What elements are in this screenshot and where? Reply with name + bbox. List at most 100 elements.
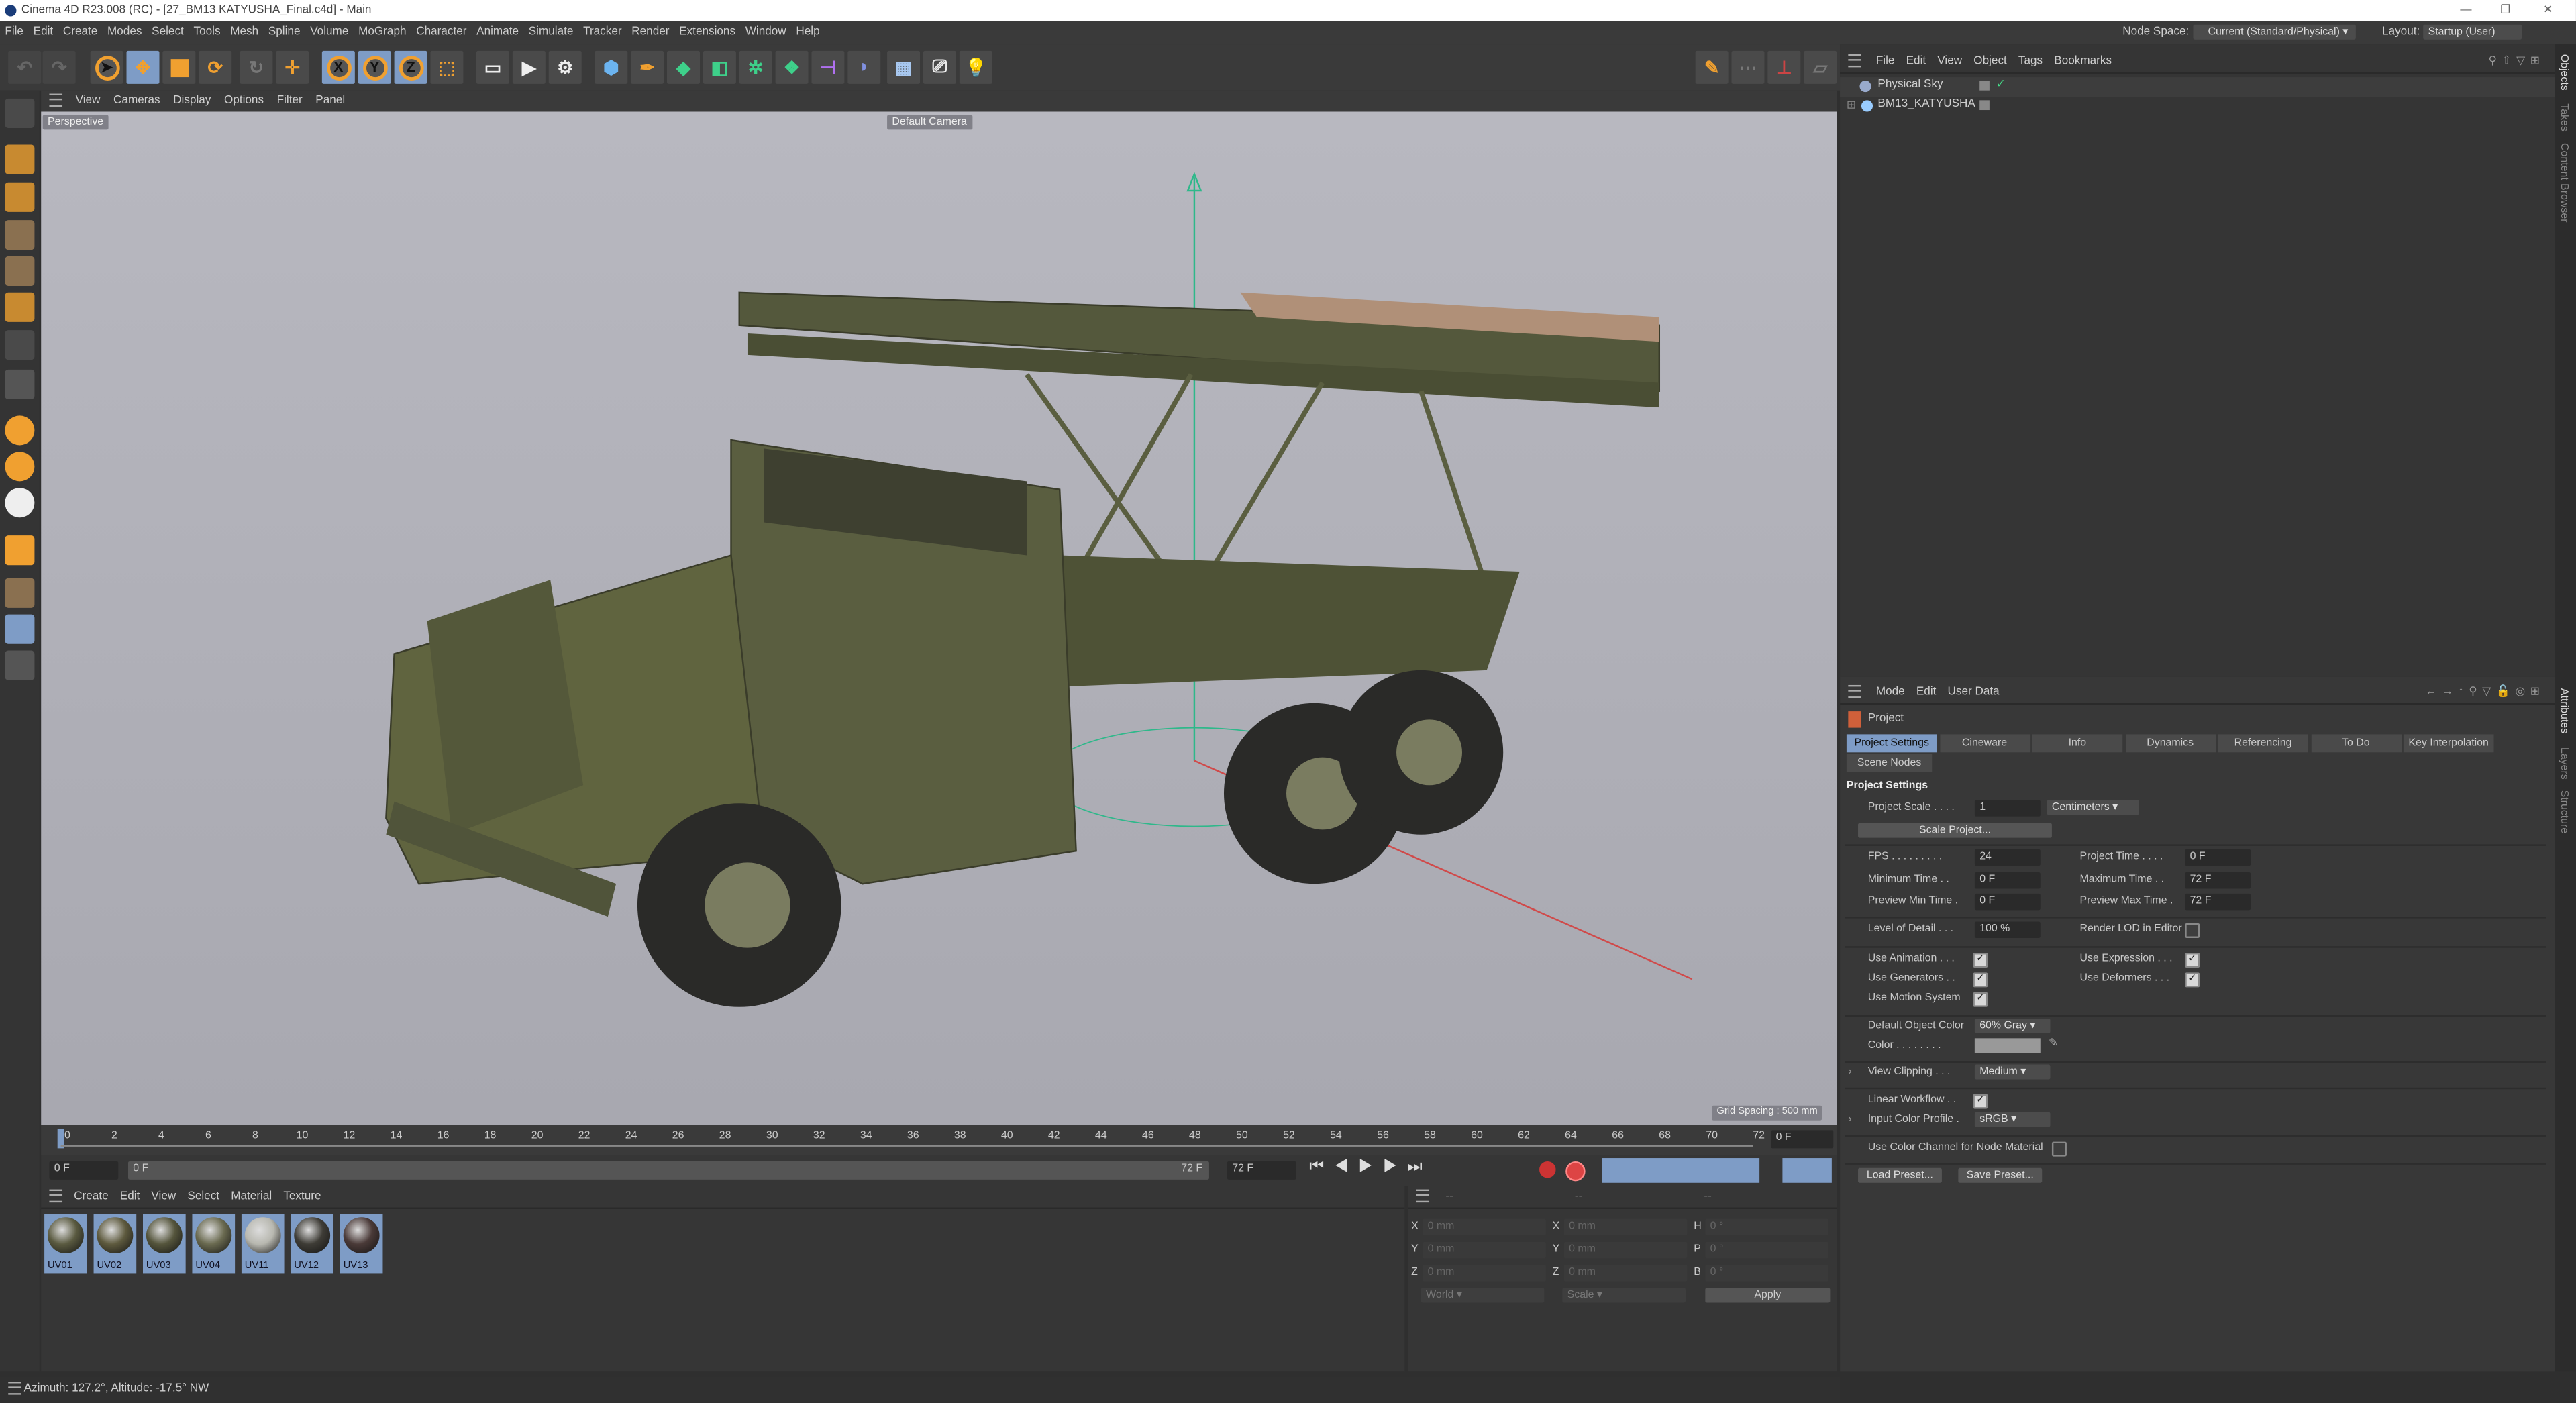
model-mode-button[interactable] [5, 144, 35, 174]
view-clipping-dropdown[interactable]: Medium ▾ [1974, 1064, 2051, 1080]
y-axis-button[interactable]: Y [358, 50, 391, 84]
viewport-menu-view[interactable]: View [76, 95, 101, 107]
range-slider[interactable]: 0 F 72 F [127, 1161, 1209, 1180]
transform-tool-button[interactable]: ✛ [276, 50, 309, 84]
3d-viewport[interactable]: Perspective Default Camera Grid Spacing … [41, 111, 1837, 1126]
minimize-button[interactable]: — [2448, 0, 2484, 21]
coordinate-system-button[interactable]: ⬚ [430, 50, 464, 84]
timeline-mode-buttons[interactable] [1782, 1158, 1832, 1183]
subdivision-button[interactable]: ◆ [667, 50, 700, 84]
snap-s2-button[interactable] [5, 452, 35, 482]
hamburger-icon[interactable] [1848, 685, 1861, 698]
attribute-menu-edit[interactable]: Edit [1916, 686, 1937, 698]
menu-tracker[interactable]: Tracker [583, 21, 621, 44]
use-animation-checkbox[interactable]: ✓ [1973, 953, 1988, 968]
side-tab-takes[interactable]: Takes [2558, 103, 2569, 132]
close-button[interactable]: ✕ [2530, 0, 2566, 21]
transport-buttons[interactable]: ⏮◀▶▶⏭ [1309, 1158, 1432, 1176]
coord-field[interactable]: 0 mm [1563, 1241, 1688, 1259]
rotate-tool-button[interactable]: ⟳ [199, 50, 232, 84]
viewport-menu-panel[interactable]: Panel [315, 95, 345, 107]
preview-max-field[interactable]: 72 F [2185, 893, 2251, 911]
coord-field[interactable]: 0 ° [1705, 1218, 1828, 1236]
min-time-field[interactable]: 0 F [1974, 872, 2041, 889]
edges-mode-button[interactable] [5, 256, 35, 287]
autokey-icon[interactable] [1565, 1161, 1586, 1182]
side-tab-attributes[interactable]: Attributes [2558, 688, 2569, 733]
object-menu-bookmarks[interactable]: Bookmarks [2054, 56, 2112, 67]
deformer-button[interactable]: ⊣ [811, 50, 845, 84]
field-button[interactable]: ◗ [847, 50, 881, 84]
hamburger-icon[interactable] [8, 1382, 21, 1395]
tab-to-do[interactable]: To Do [2310, 734, 2402, 753]
undo-button[interactable]: ↶ [8, 50, 42, 84]
material-menu-create[interactable]: Create [74, 1191, 108, 1202]
tab-key-interpolation[interactable]: Key Interpolation [2403, 734, 2494, 753]
start-frame-field[interactable]: 0 F [49, 1161, 119, 1180]
grid-tool-button[interactable] [5, 614, 35, 644]
current-frame-field[interactable]: 0 F [1771, 1130, 1834, 1149]
menu-character[interactable]: Character [416, 21, 466, 44]
lod-field[interactable]: 100 % [1974, 921, 2041, 938]
material-menu-view[interactable]: View [151, 1191, 176, 1202]
uv-mode-button[interactable] [5, 330, 35, 360]
menu-modes[interactable]: Modes [107, 21, 142, 44]
side-tab-content-browser[interactable]: Content Browser [2558, 143, 2569, 223]
render-view-button[interactable]: ▭ [476, 50, 509, 84]
default-color-dropdown[interactable]: 60% Gray ▾ [1974, 1018, 2051, 1033]
tab-referencing[interactable]: Referencing [2218, 734, 2308, 753]
tab-cineware[interactable]: Cineware [1939, 734, 2030, 753]
hamburger-icon[interactable] [1848, 54, 1861, 68]
material-menu-select[interactable]: Select [187, 1191, 219, 1202]
object-row[interactable]: ⊞ BM13_KATYUSHA [1840, 97, 2555, 116]
apply-button[interactable]: Apply [1705, 1288, 1831, 1303]
move-tool-button[interactable]: ✥ [126, 50, 160, 84]
coord-field[interactable]: 0 ° [1705, 1265, 1828, 1282]
project-scale-field[interactable]: 1 [1974, 800, 2041, 817]
floor-button[interactable]: ▦ [887, 50, 921, 84]
material-swatch[interactable]: UV11 [241, 1214, 285, 1274]
object-menu-tags[interactable]: Tags [2018, 56, 2043, 67]
tweak-button[interactable] [5, 535, 35, 566]
fps-field[interactable]: 24 [1974, 849, 2041, 866]
render-lod-checkbox[interactable] [2185, 923, 2200, 938]
snap-s1-button[interactable] [5, 415, 35, 446]
use-expression-checkbox[interactable]: ✓ [2185, 953, 2200, 968]
enabled-check-icon[interactable]: ✓ [1996, 77, 2006, 91]
preview-min-field[interactable]: 0 F [1974, 893, 2041, 911]
scale-tool-button[interactable] [162, 50, 196, 84]
object-name[interactable]: Physical Sky [1877, 79, 1943, 91]
node-space-dropdown[interactable]: Current (Standard/Physical) ▾ [2193, 24, 2356, 40]
menu-tools[interactable]: Tools [194, 21, 221, 44]
z-axis-button[interactable]: Z [394, 50, 427, 84]
material-swatch[interactable]: UV04 [192, 1214, 236, 1274]
record-icon[interactable] [1539, 1161, 1556, 1178]
material-menu-material[interactable]: Material [231, 1191, 272, 1202]
menu-simulate[interactable]: Simulate [529, 21, 574, 44]
snap-button[interactable]: ⋯ [1731, 50, 1765, 84]
linear-workflow-checkbox[interactable]: ✓ [1973, 1094, 1988, 1109]
material-swatch[interactable]: UV12 [291, 1214, 334, 1274]
menu-extensions[interactable]: Extensions [679, 21, 735, 44]
material-menu-texture[interactable]: Texture [283, 1191, 321, 1202]
snap-s3-button[interactable] [5, 488, 35, 518]
coord-field[interactable]: 0 mm [1423, 1241, 1546, 1259]
menu-animate[interactable]: Animate [476, 21, 519, 44]
menu-file[interactable]: File [5, 21, 23, 44]
workplane-button[interactable]: ▱ [1804, 50, 1837, 84]
viewport-menu-filter[interactable]: Filter [277, 95, 303, 107]
mograph-cloner-button[interactable]: ❖ [775, 50, 809, 84]
coord-field[interactable]: 0 mm [1423, 1265, 1546, 1282]
size-mode-dropdown[interactable]: Scale ▾ [1562, 1288, 1686, 1303]
viewport-menu-cameras[interactable]: Cameras [113, 95, 160, 107]
psr-button[interactable]: ↻ [240, 50, 273, 84]
object-menu-file[interactable]: File [1876, 56, 1895, 67]
axis-button[interactable]: ⊥ [1767, 50, 1801, 84]
polygons-mode-button[interactable] [5, 292, 35, 322]
extrude-button[interactable]: ◧ [703, 50, 736, 84]
attribute-nav-tools[interactable]: ←→↑⚲▽🔓◎⊞ [2425, 682, 2544, 703]
use-deformers-checkbox[interactable]: ✓ [2185, 972, 2200, 988]
points-mode-button[interactable] [5, 220, 35, 250]
render-picture-viewer-button[interactable]: ▶ [512, 50, 546, 84]
material-swatch[interactable]: UV02 [93, 1214, 137, 1274]
